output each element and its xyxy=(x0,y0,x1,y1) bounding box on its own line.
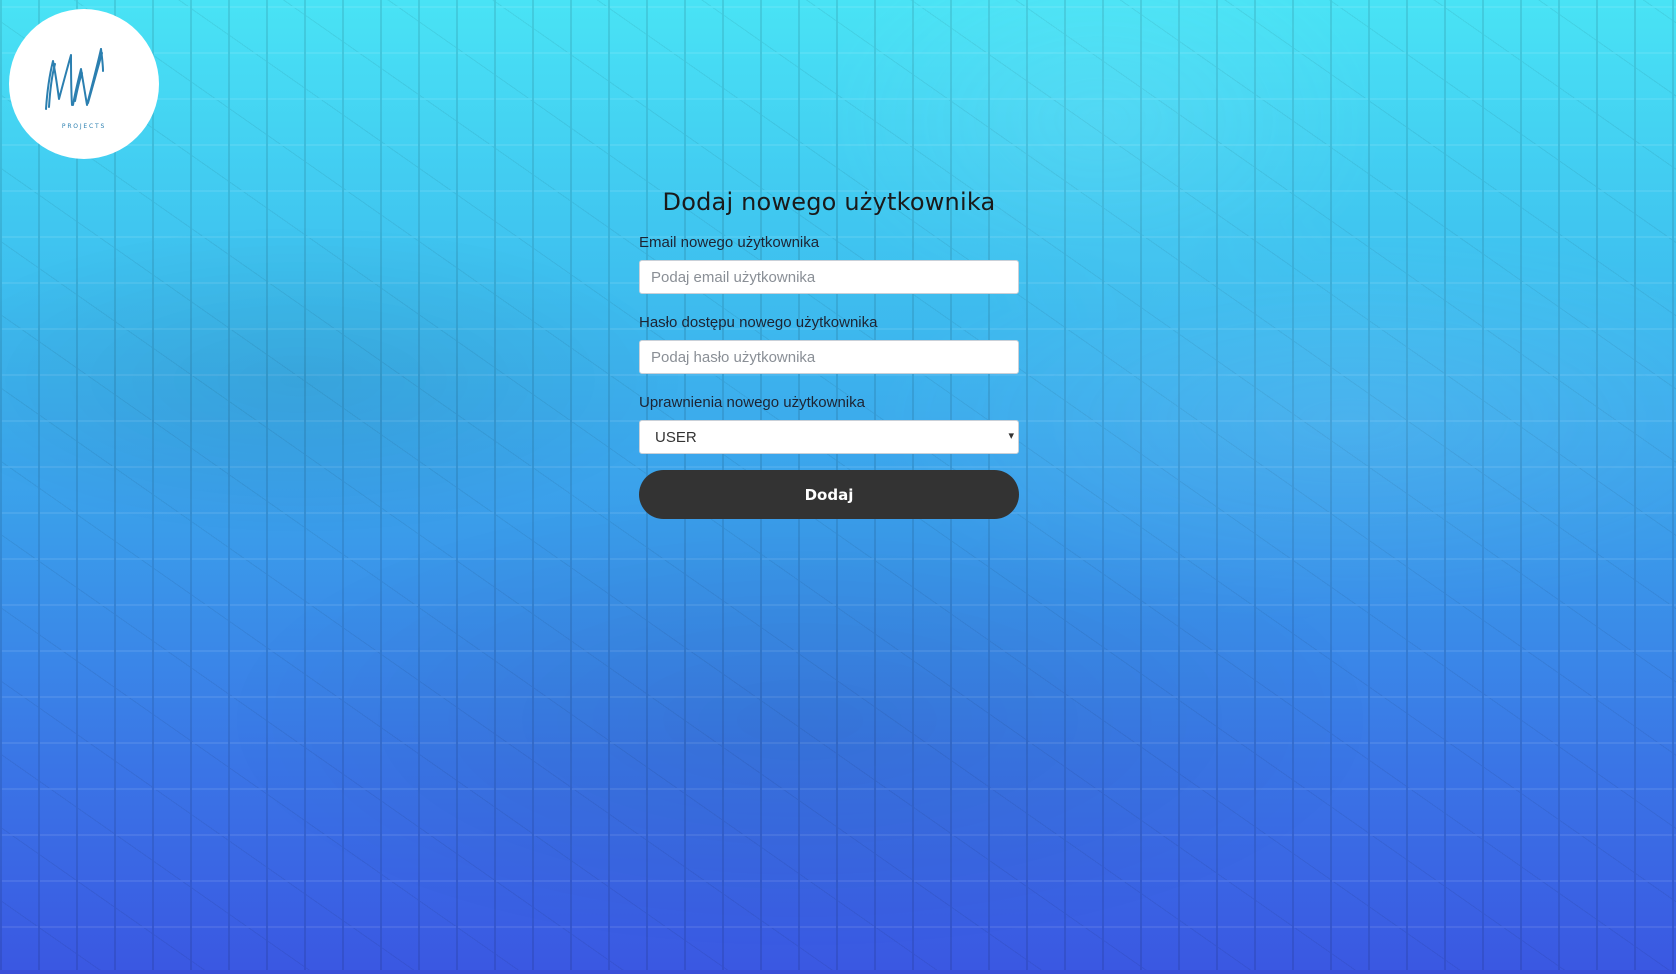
add-user-button[interactable]: Dodaj xyxy=(639,470,1019,519)
page-title: Dodaj nowego użytkownika xyxy=(662,188,996,216)
mw-logo-icon: PROJECTS xyxy=(45,48,106,130)
password-input[interactable] xyxy=(639,340,1019,374)
email-input[interactable] xyxy=(639,260,1019,294)
page-background: PROJECTS Dodaj nowego użytkownika Email … xyxy=(0,0,1676,974)
company-logo[interactable]: PROJECTS xyxy=(9,9,159,159)
chevron-down-icon: ▾ xyxy=(1008,430,1014,442)
bottom-strip xyxy=(0,970,1676,974)
role-label: Uprawnienia nowego użytkownika xyxy=(639,394,865,411)
add-user-form: Dodaj nowego użytkownika Email nowego uż… xyxy=(639,180,1019,519)
password-label: Hasło dostępu nowego użytkownika xyxy=(639,314,878,331)
role-select[interactable]: USER ▾ xyxy=(639,420,1019,454)
svg-text:PROJECTS: PROJECTS xyxy=(62,123,106,130)
role-select-value[interactable]: USER xyxy=(639,420,1019,454)
email-label: Email nowego użytkownika xyxy=(639,234,820,251)
